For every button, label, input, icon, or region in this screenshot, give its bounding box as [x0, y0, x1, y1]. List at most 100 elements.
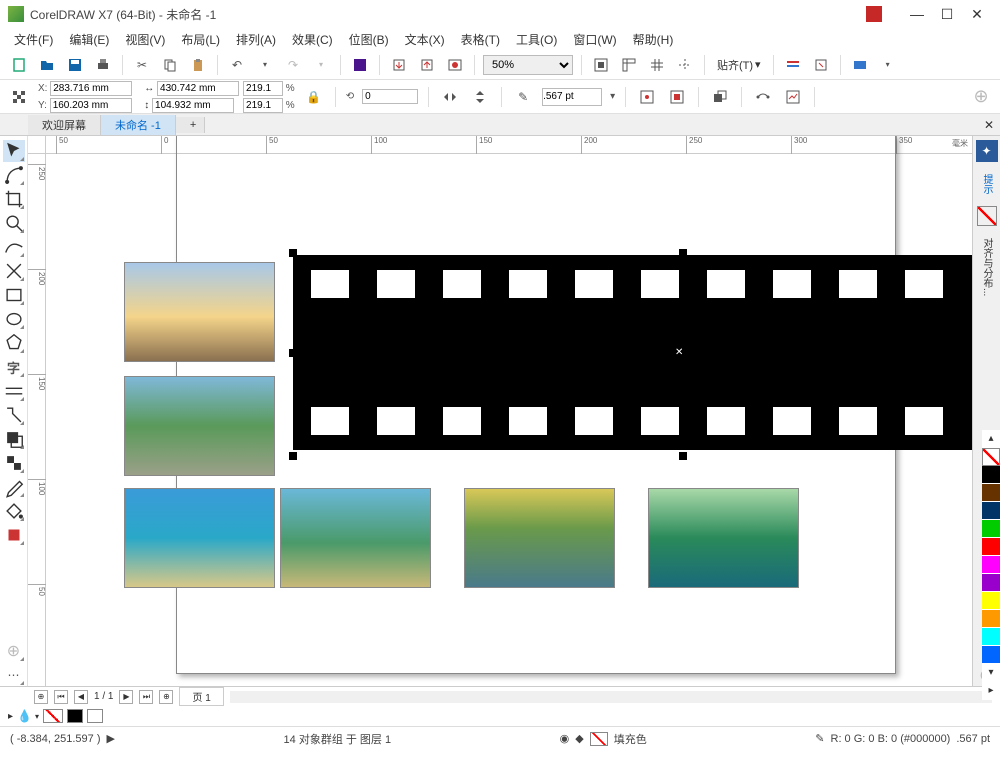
page-first-icon[interactable]: ⏮	[54, 690, 68, 704]
open-icon[interactable]	[36, 54, 58, 76]
zoom-select[interactable]: 50%	[483, 55, 573, 75]
menu-view[interactable]: 视图(V)	[119, 29, 171, 50]
eyedropper-tool-icon[interactable]	[3, 476, 25, 498]
rotation-input[interactable]	[362, 89, 418, 104]
filmstrip-object[interactable]: ✕	[293, 255, 972, 450]
toolbox-add-icon[interactable]: ⊕	[3, 640, 25, 662]
drop-shadow-tool-icon[interactable]	[3, 428, 25, 450]
selection-handle-nw[interactable]	[289, 249, 297, 257]
drawing-canvas[interactable]: ✕	[46, 154, 972, 686]
canvas-area[interactable]: 50 0 50 100 150 200 250 300 350 毫米 250 2…	[28, 136, 972, 686]
page-prev-icon[interactable]: ◀	[74, 690, 88, 704]
fill-icon[interactable]: ◉	[560, 732, 570, 745]
undo-dropdown-icon[interactable]: ▾	[254, 54, 276, 76]
redo-icon[interactable]: ↷	[282, 54, 304, 76]
swatch-cyan[interactable]	[982, 628, 1000, 646]
swatch-green[interactable]	[982, 520, 1000, 538]
ellipse-tool-icon[interactable]	[3, 308, 25, 330]
x-position-input[interactable]	[50, 81, 132, 96]
height-input[interactable]	[152, 98, 234, 113]
current-none-swatch[interactable]	[43, 709, 63, 723]
swatch-navy[interactable]	[982, 502, 1000, 520]
rectangle-tool-icon[interactable]	[3, 284, 25, 306]
docker-align[interactable]: 对齐与分布...	[979, 234, 994, 300]
menu-effects[interactable]: 效果(C)	[286, 29, 339, 50]
app-icon[interactable]	[849, 54, 871, 76]
options-icon[interactable]	[782, 54, 804, 76]
rulers-icon[interactable]	[618, 54, 640, 76]
user-icon[interactable]	[866, 6, 882, 22]
palette-scroll-down[interactable]: ▾	[982, 664, 1000, 682]
bitmap-image-1[interactable]	[124, 262, 275, 362]
redo-dropdown-icon[interactable]: ▾	[310, 54, 332, 76]
tab-add[interactable]: +	[176, 117, 205, 133]
scale-x-input[interactable]	[243, 81, 283, 96]
page-next-icon[interactable]: ▶	[119, 690, 133, 704]
pick-tool-icon[interactable]	[3, 140, 25, 162]
toolbox-more-icon[interactable]: ⋯	[3, 664, 25, 686]
swatch-orange[interactable]	[982, 610, 1000, 628]
bitmap-image-2[interactable]	[124, 376, 275, 476]
swatch-purple[interactable]	[982, 574, 1000, 592]
polygon-tool-icon[interactable]	[3, 332, 25, 354]
page-tab[interactable]: 页 1	[179, 687, 223, 706]
h-scrollbar[interactable]	[230, 691, 992, 703]
smart-fill-tool-icon[interactable]	[3, 524, 25, 546]
lock-ratio-icon[interactable]: 🔒	[303, 86, 325, 108]
artistic-media-tool-icon[interactable]	[3, 260, 25, 282]
docker-hints[interactable]: 提示	[979, 170, 994, 198]
swatch-blue[interactable]	[982, 646, 1000, 664]
bitmap-image-3[interactable]	[124, 488, 275, 588]
menu-tools[interactable]: 工具(O)	[510, 29, 563, 50]
palette-flyout[interactable]: ▸	[982, 682, 1000, 700]
fill-none-swatch[interactable]	[590, 732, 608, 746]
menu-help[interactable]: 帮助(H)	[627, 29, 680, 50]
wrap-icon[interactable]	[636, 86, 658, 108]
outline-width-input[interactable]	[542, 88, 602, 106]
page-add-icon[interactable]: ⊕	[34, 690, 48, 704]
text-tool-icon[interactable]: 字	[3, 356, 25, 378]
menu-edit[interactable]: 编辑(E)	[63, 29, 115, 50]
scale-y-input[interactable]	[243, 98, 283, 113]
launch-icon[interactable]	[810, 54, 832, 76]
menu-layout[interactable]: 布局(L)	[175, 29, 226, 50]
docker-none-swatch[interactable]	[977, 206, 997, 226]
undo-icon[interactable]: ↶	[226, 54, 248, 76]
outline-pen-icon[interactable]: ✎	[512, 86, 534, 108]
tab-welcome[interactable]: 欢迎屏幕	[28, 115, 101, 135]
bitmap-image-4[interactable]	[280, 488, 431, 588]
print-icon[interactable]	[92, 54, 114, 76]
guidelines-icon[interactable]	[674, 54, 696, 76]
copy-icon[interactable]	[159, 54, 181, 76]
zoom-tool-icon[interactable]	[3, 212, 25, 234]
mirror-v-icon[interactable]	[469, 86, 491, 108]
parallel-dimension-tool-icon[interactable]	[3, 380, 25, 402]
freehand-tool-icon[interactable]	[3, 236, 25, 258]
y-position-input[interactable]	[50, 98, 132, 113]
fullscreen-icon[interactable]	[590, 54, 612, 76]
swatch-black[interactable]	[982, 466, 1000, 484]
connector-tool-icon[interactable]	[3, 404, 25, 426]
selection-handle-sw[interactable]	[289, 452, 297, 460]
page-add2-icon[interactable]: ⊕	[159, 690, 173, 704]
swatch-magenta[interactable]	[982, 556, 1000, 574]
eyedropper-preview-icon[interactable]: 💧	[17, 709, 31, 723]
menu-bitmaps[interactable]: 位图(B)	[343, 29, 395, 50]
outline-color-icon[interactable]: ◆	[575, 732, 583, 745]
hints-docker-icon[interactable]: ✦	[976, 140, 998, 162]
swatch-yellow[interactable]	[982, 592, 1000, 610]
tab-close-icon[interactable]: ✕	[978, 118, 1000, 132]
status-play-icon[interactable]: ▶	[107, 732, 115, 745]
menu-text[interactable]: 文本(X)	[399, 29, 451, 50]
edit-bitmap-icon[interactable]	[782, 86, 804, 108]
save-icon[interactable]	[64, 54, 86, 76]
snap-button[interactable]: 贴齐(T) ▾	[713, 55, 765, 75]
powerclip-icon[interactable]	[666, 86, 688, 108]
minimize-button[interactable]: —	[902, 4, 932, 24]
selection-handle-n[interactable]	[679, 249, 687, 257]
mirror-h-icon[interactable]	[439, 86, 461, 108]
grid-icon[interactable]	[646, 54, 668, 76]
crop-tool-icon[interactable]	[3, 188, 25, 210]
menu-table[interactable]: 表格(T)	[455, 29, 506, 50]
palette-scroll-up[interactable]: ▴	[982, 430, 1000, 448]
